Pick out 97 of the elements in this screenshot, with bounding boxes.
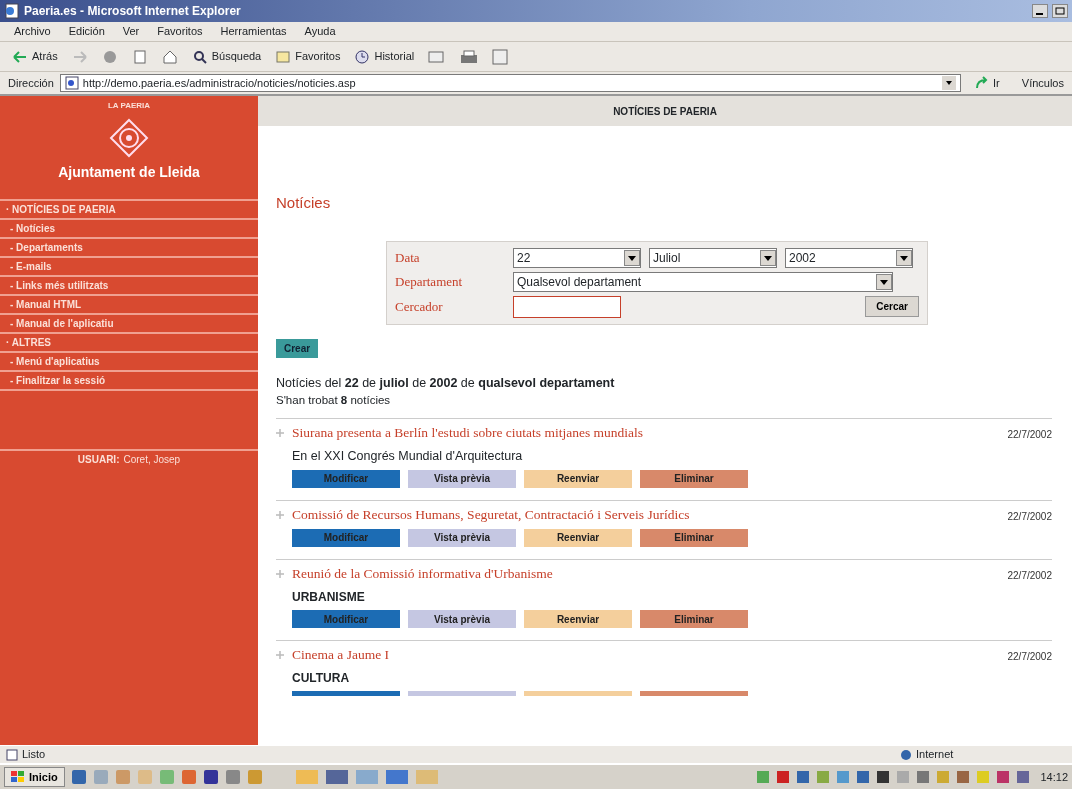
taskbar-window-icon[interactable] xyxy=(354,769,379,785)
quick-launch-icon[interactable] xyxy=(202,769,219,785)
action-button[interactable]: Vista prèvia xyxy=(408,610,516,628)
action-button[interactable]: Eliminar xyxy=(640,528,748,547)
search-label: Cercador xyxy=(395,297,444,316)
news-category: URBANISME xyxy=(292,589,365,606)
taskbar-window-icon[interactable] xyxy=(384,769,409,785)
page-icon xyxy=(6,748,18,761)
toolbar-label: Atrás xyxy=(32,49,58,65)
action-button[interactable]: Reenviar xyxy=(524,528,632,547)
menu-item[interactable]: Ver xyxy=(122,23,140,40)
plus-icon xyxy=(276,651,284,659)
toolbar-button[interactable]: Búsqueda xyxy=(191,48,262,65)
search-button[interactable]: Cercar xyxy=(865,296,919,317)
action-button[interactable]: Vista prèvia xyxy=(408,528,516,547)
org-label: LA PAERIA xyxy=(106,100,152,112)
toolbar-label: Historial xyxy=(374,49,415,65)
folder-icon xyxy=(275,48,292,65)
news-category: CULTURA xyxy=(292,670,350,688)
news-title-link[interactable]: Reunió de la Comissió informativa d'Urbanisme xyxy=(292,563,553,584)
go-button[interactable]: Ir xyxy=(975,74,1000,92)
toolbar-label: Favoritos xyxy=(295,49,341,65)
window-title: Paeria.es - Microsoft Internet Explorer xyxy=(24,3,242,20)
day-dropdown[interactable]: 22 xyxy=(513,247,641,268)
url-text: http://demo.paeria.es/administracio/noticies/noticies.asp xyxy=(82,75,357,91)
menu-item[interactable]: Ayuda xyxy=(304,23,336,40)
plus-icon xyxy=(276,510,284,519)
news-subtitle: En el XXI Congrés Mundial d'Arquitectura xyxy=(292,447,523,465)
zone-label: Internet xyxy=(916,747,955,763)
news-date: 22/7/2002 xyxy=(1007,427,1052,442)
clock: 14:12 xyxy=(1040,769,1068,785)
taskbar-window-icon[interactable] xyxy=(324,769,349,785)
toolbar-button[interactable]: Atrás xyxy=(12,48,58,65)
tray-icon[interactable] xyxy=(996,770,1011,784)
status-text: Listo xyxy=(22,747,47,763)
button-top-edge[interactable] xyxy=(292,691,400,697)
minimize-icon[interactable] xyxy=(1032,4,1048,18)
address-field[interactable]: http://demo.paeria.es/administracio/noticies/noticies.asp xyxy=(59,74,962,92)
search-field[interactable] xyxy=(513,295,621,318)
clock-icon xyxy=(354,48,371,65)
menu-item[interactable]: Herramientas xyxy=(220,23,287,40)
toolbar-button[interactable]: Historial xyxy=(354,48,415,65)
address-label: Dirección xyxy=(8,75,54,91)
tray-icon[interactable] xyxy=(776,770,791,784)
tray-icon[interactable] xyxy=(1016,770,1031,784)
quick-launch-icon[interactable] xyxy=(70,769,87,785)
tray-icon[interactable] xyxy=(876,770,891,784)
header-title: NOTÍCIES DE PAERIA xyxy=(613,104,717,119)
left-arrow-icon xyxy=(12,48,28,65)
news-date: 22/7/2002 xyxy=(1007,509,1052,524)
action-button[interactable]: Reenviar xyxy=(524,469,632,488)
menu-item[interactable]: Edición xyxy=(68,23,105,40)
home-icon[interactable] xyxy=(161,48,178,65)
go-label: Ir xyxy=(993,75,1000,91)
diamond-emblem-icon xyxy=(109,118,149,158)
plus-icon xyxy=(276,428,284,437)
user-name: Coret, Josep xyxy=(123,454,181,465)
news-date: 22/7/2002 xyxy=(1007,650,1052,664)
create-button[interactable]: Crear xyxy=(276,338,319,358)
plus-icon xyxy=(276,569,284,578)
restore-icon[interactable] xyxy=(1052,4,1068,18)
action-button[interactable]: Reenviar xyxy=(524,610,632,628)
action-button[interactable]: Vista prèvia xyxy=(408,469,516,488)
date-label: Data xyxy=(395,248,421,267)
news-title-link[interactable]: Cinema a Jaume I xyxy=(292,645,390,666)
page-title: Notícies xyxy=(276,193,331,213)
news-title-link[interactable]: Siurana presenta a Berlín l'estudi sobre ciutats mitjanes mundials xyxy=(292,422,644,443)
document-icon[interactable] xyxy=(492,48,509,65)
department-label: Departament xyxy=(395,272,464,291)
search-icon xyxy=(191,48,208,65)
links-button[interactable]: Vínculos xyxy=(1021,74,1064,92)
page-icon xyxy=(64,76,79,90)
windows-flag-icon xyxy=(11,771,25,783)
month-dropdown[interactable]: Juliol xyxy=(649,247,777,268)
tray-icon[interactable] xyxy=(856,770,871,784)
action-button[interactable]: Eliminar xyxy=(640,469,748,488)
news-title-link[interactable]: Comissió de Recursos Humans, Seguretat, Contractació i Serveis Jurídics xyxy=(292,504,690,525)
browser-page-icon xyxy=(4,3,20,19)
tray-icon[interactable] xyxy=(796,770,811,784)
menu-item[interactable]: Archivo xyxy=(14,23,51,40)
year-dropdown[interactable]: 2002 xyxy=(785,247,913,268)
action-button[interactable]: Eliminar xyxy=(640,610,748,628)
start-button[interactable]: Inicio xyxy=(4,766,65,788)
results-count: S'han trobat 8 notícies xyxy=(276,393,392,409)
toolbar-label: Búsqueda xyxy=(211,49,262,65)
button-top-edge[interactable] xyxy=(640,691,748,697)
news-date: 22/7/2002 xyxy=(1007,568,1052,583)
sidebar-title: Ajuntament de Lleida xyxy=(57,163,201,182)
department-dropdown[interactable]: Qualsevol departament xyxy=(513,271,893,292)
toolbar-button[interactable]: Favoritos xyxy=(275,48,341,65)
menu-item[interactable]: Favoritos xyxy=(157,23,203,40)
globe-icon xyxy=(900,748,912,761)
results-summary: Notícies del 22 de juliol de 2002 de qualsevol departament xyxy=(276,374,616,392)
go-arrow-icon xyxy=(975,76,990,90)
printer-icon[interactable] xyxy=(460,48,479,65)
user-label: USUARI: xyxy=(77,454,120,465)
forward-arrow-icon[interactable] xyxy=(71,48,88,65)
